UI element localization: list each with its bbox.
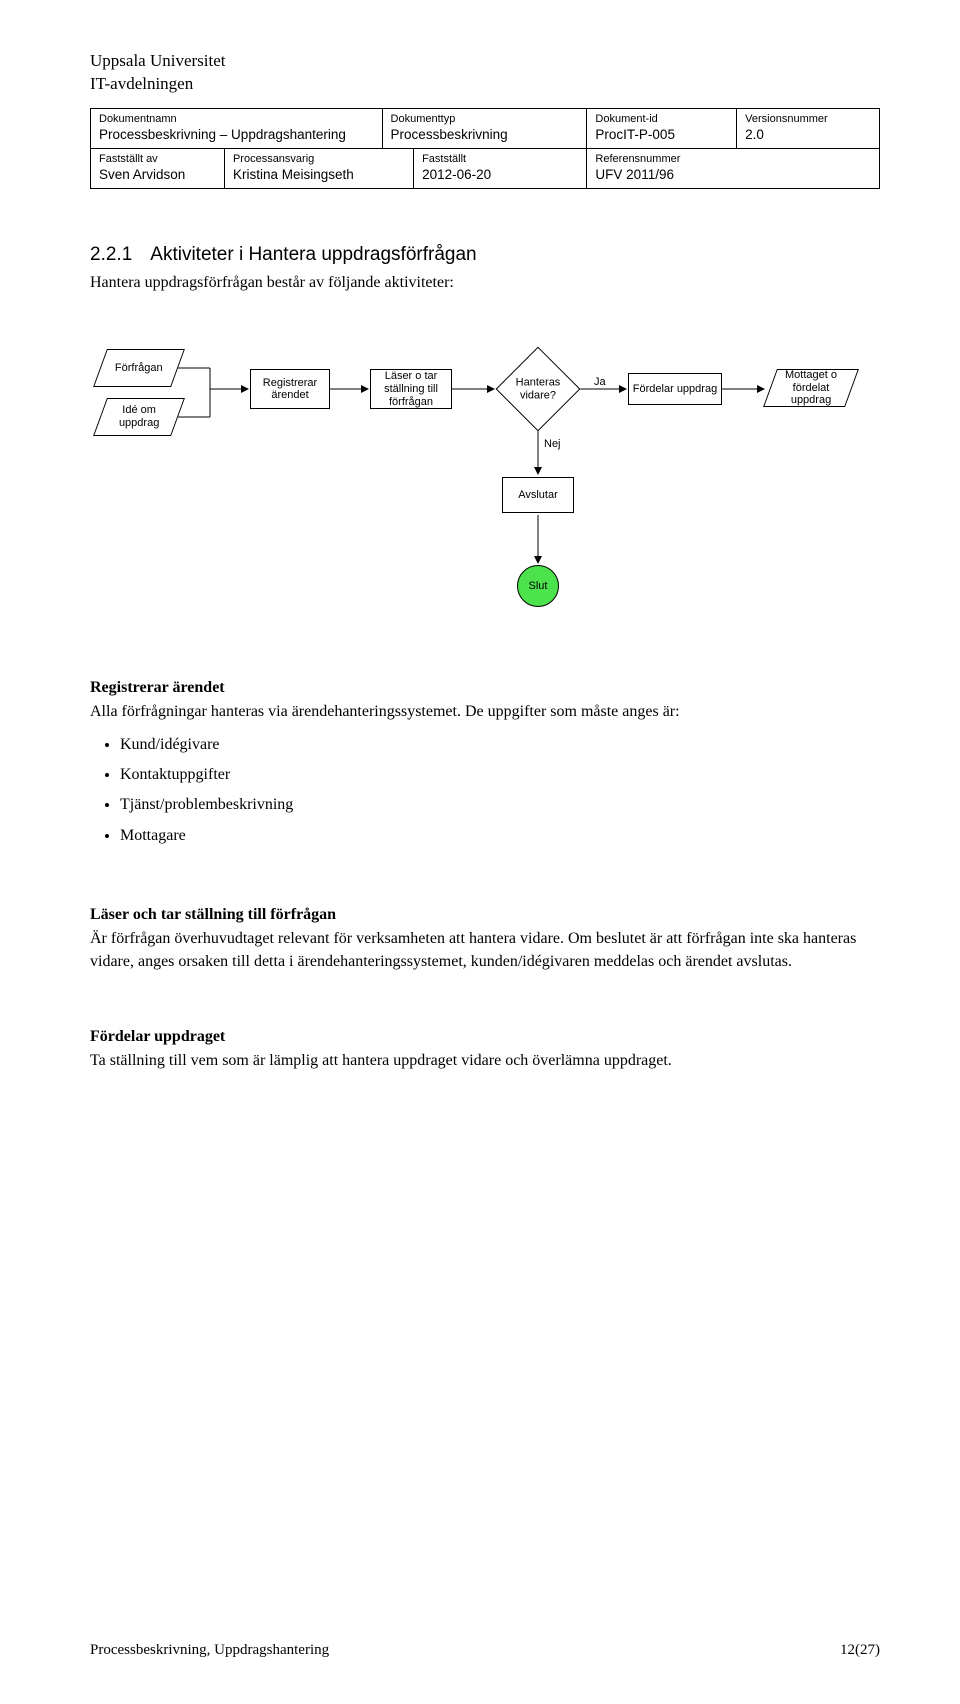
flow-label: Avslutar — [518, 489, 558, 502]
meta-cell: Dokumenttyp Processbeskrivning — [383, 109, 588, 148]
body-paragraph: Ta ställning till vem som är lämplig att… — [90, 1050, 880, 1072]
flow-edge-no: Nej — [544, 438, 561, 450]
flow-label: Slut — [529, 580, 548, 592]
meta-value: Sven Arvidson — [99, 167, 216, 182]
meta-value: UFV 2011/96 — [595, 167, 871, 182]
flowchart: Förfrågan Idé om uppdrag Registrerar äre… — [90, 349, 880, 649]
flow-label: Idé om uppdrag — [101, 405, 177, 430]
meta-label: Dokumentnamn — [99, 113, 374, 125]
footer-left: Processbeskrivning, Uppdragshantering — [90, 1642, 329, 1659]
meta-label: Dokument-id — [595, 113, 728, 125]
meta-value: 2.0 — [745, 127, 871, 142]
flow-label: Hanteras vidare? — [503, 377, 573, 402]
flow-input-forfragan: Förfrågan — [93, 349, 185, 387]
flow-input-ide: Idé om uppdrag — [93, 398, 185, 436]
flowchart-connectors — [90, 349, 880, 649]
page-footer: Processbeskrivning, Uppdragshantering 12… — [90, 1642, 880, 1659]
meta-value: Processbeskrivning — [391, 127, 579, 142]
meta-cell: Processansvarig Kristina Meisingseth — [225, 149, 414, 188]
body-heading-registrerar: Registrerar ärendet — [90, 679, 880, 697]
body-heading-fordelar: Fördelar uppdraget — [90, 1028, 880, 1046]
list-item: Kund/idégivare — [120, 730, 880, 760]
flow-label: Mottaget o fördelat uppdrag — [771, 369, 851, 407]
meta-label: Processansvarig — [233, 153, 405, 165]
list-item: Kontaktuppgifter — [120, 760, 880, 790]
flow-label: Läser o tar ställning till förfrågan — [373, 370, 449, 408]
university-name: Uppsala Universitet — [90, 50, 880, 73]
meta-label: Fastställt — [422, 153, 578, 165]
meta-cell: Dokument-id ProcIT-P-005 — [587, 109, 737, 148]
body-paragraph: Är förfrågan överhuvudtaget relevant för… — [90, 928, 880, 973]
document-metadata-table: Dokumentnamn Processbeskrivning – Uppdra… — [90, 108, 880, 189]
section-heading: 2.2.1 Aktiviteter i Hantera uppdragsförfr… — [90, 244, 880, 266]
meta-cell: Fastställt av Sven Arvidson — [91, 149, 225, 188]
department: IT-avdelningen — [90, 73, 880, 96]
flow-step-avslutar: Avslutar — [502, 477, 574, 513]
meta-cell: Referensnummer UFV 2011/96 — [587, 149, 879, 188]
flow-label: Fördelar uppdrag — [633, 383, 717, 396]
list-item: Tjänst/problembeskrivning — [120, 790, 880, 820]
meta-label: Referensnummer — [595, 153, 871, 165]
section-title: Aktiviteter i Hantera uppdragsförfrågan — [150, 244, 476, 265]
flow-step-registrerar: Registrerar ärendet — [250, 369, 330, 409]
meta-label: Fastställt av — [99, 153, 216, 165]
meta-cell: Versionsnummer 2.0 — [737, 109, 879, 148]
meta-value: Processbeskrivning – Uppdragshantering — [99, 127, 374, 142]
meta-value: ProcIT-P-005 — [595, 127, 728, 142]
flow-terminal-slut: Slut — [517, 565, 559, 607]
meta-label: Versionsnummer — [745, 113, 871, 125]
bullet-list: Kund/idégivare Kontaktuppgifter Tjänst/p… — [90, 730, 880, 852]
body-paragraph: Alla förfrågningar hanteras via ärendeha… — [90, 701, 880, 723]
flow-output-mottaget: Mottaget o fördelat uppdrag — [763, 369, 859, 407]
footer-page-number: 12(27) — [840, 1642, 880, 1659]
meta-cell: Fastställt 2012-06-20 — [414, 149, 587, 188]
flow-label: Registrerar ärendet — [253, 377, 327, 402]
flow-label: Förfrågan — [115, 362, 163, 375]
meta-value: Kristina Meisingseth — [233, 167, 405, 182]
section-lead: Hantera uppdragsförfrågan består av följ… — [90, 272, 880, 294]
meta-label: Dokumenttyp — [391, 113, 579, 125]
section-number: 2.2.1 — [90, 244, 132, 265]
meta-value: 2012-06-20 — [422, 167, 578, 182]
body-heading-laser: Läser och tar ställning till förfrågan — [90, 906, 880, 924]
flow-step-laser: Läser o tar ställning till förfrågan — [370, 369, 452, 409]
flow-edge-yes: Ja — [594, 376, 606, 388]
university-header: Uppsala Universitet IT-avdelningen — [90, 50, 880, 96]
list-item: Mottagare — [120, 821, 880, 851]
flow-decision-hanteras: Hanteras vidare? — [496, 347, 581, 432]
meta-cell: Dokumentnamn Processbeskrivning – Uppdra… — [91, 109, 383, 148]
flow-step-fordelar: Fördelar uppdrag — [628, 373, 722, 405]
